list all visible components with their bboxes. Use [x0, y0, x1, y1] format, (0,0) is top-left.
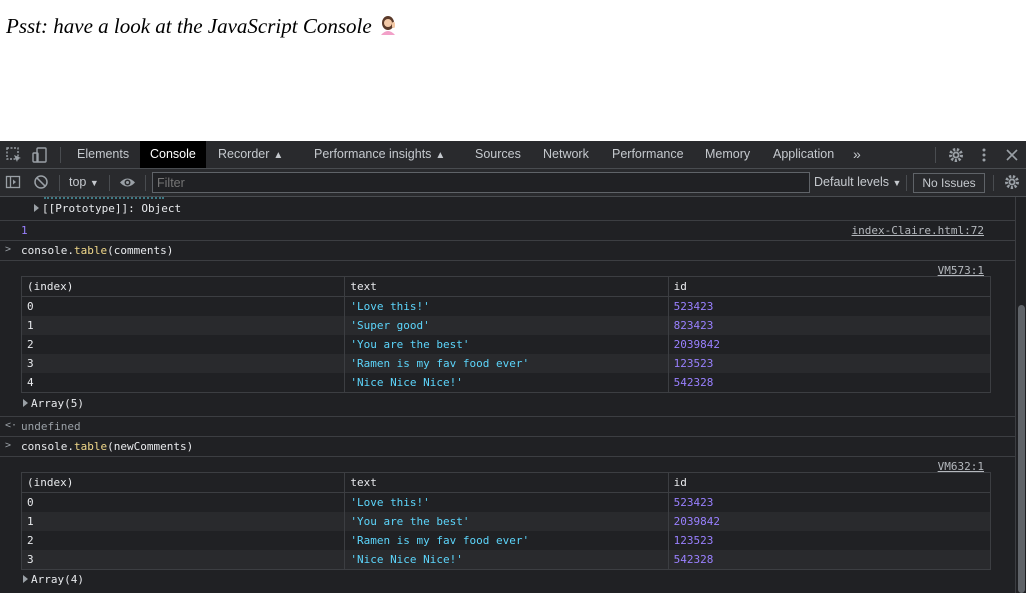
- console-output: [[Prototype]]: Object 1 index-Claire.htm…: [0, 197, 1015, 593]
- experimental-flask-icon: ▲: [435, 150, 446, 161]
- log-value: 1: [21, 224, 28, 237]
- data-table: (index) text id 0 'Love this!' 523423 1 'Su…: [20, 276, 992, 393]
- more-options-icon[interactable]: [975, 146, 993, 164]
- tab-elements[interactable]: Elements: [67, 141, 139, 168]
- log-source-link[interactable]: index-Claire.html:72: [852, 224, 984, 237]
- table-row: 2 'Ramen is my fav food ever' 123523: [20, 531, 992, 550]
- tab-performance[interactable]: Performance: [602, 141, 694, 168]
- console-toolbar: top ▼ Default levels ▼ No Issues: [0, 169, 1026, 197]
- tab-console[interactable]: Console: [140, 141, 206, 168]
- table-row: 3 'Ramen is my fav food ever' 123523: [20, 354, 992, 373]
- table-row: 2 'You are the best' 2039842: [20, 335, 992, 354]
- console-message-log: 1 index-Claire.html:72: [0, 221, 1015, 241]
- tab-performance-insights[interactable]: Performance insights ▲: [304, 141, 455, 168]
- close-icon[interactable]: [1003, 146, 1021, 164]
- prototype-entry[interactable]: [[Prototype]]: Object: [34, 202, 181, 215]
- return-arrow-icon: <·: [5, 420, 18, 431]
- settings-gear-icon[interactable]: [947, 146, 965, 164]
- filter-input[interactable]: [152, 172, 810, 193]
- page-message-text: Psst: have a look at the JavaScript Cons…: [6, 14, 372, 38]
- table-header-row: (index) text id: [20, 472, 992, 493]
- page-message: Psst: have a look at the JavaScript Cons…: [6, 14, 399, 39]
- devtools-panel: Elements Console Recorder ▲ Performance i…: [0, 141, 1026, 593]
- table-row: 3 'Nice Nice Nice!' 542328: [20, 550, 992, 570]
- eye-icon[interactable]: [119, 175, 136, 190]
- tab-recorder[interactable]: Recorder ▲: [208, 141, 293, 168]
- input-prompt-icon: >: [5, 244, 12, 255]
- column-header[interactable]: (index): [20, 276, 346, 297]
- issues-button[interactable]: No Issues: [913, 173, 985, 193]
- table-row: 4 'Nice Nice Nice!' 542328: [20, 373, 992, 393]
- inspect-element-icon[interactable]: [5, 146, 23, 164]
- log-levels-dropdown[interactable]: Default levels ▼: [814, 169, 901, 197]
- console-message-object: [[Prototype]]: Object: [0, 197, 1015, 221]
- table-header-row: (index) text id: [20, 276, 992, 297]
- console-settings-gear-icon[interactable]: [1003, 173, 1021, 191]
- tab-application[interactable]: Application: [763, 141, 844, 168]
- column-header[interactable]: id: [667, 472, 992, 493]
- console-table-output: VM632:1 (index) text id 0 'Love this!' 523…: [0, 457, 1015, 593]
- tab-sources[interactable]: Sources: [465, 141, 531, 168]
- tab-network[interactable]: Network: [533, 141, 599, 168]
- clear-console-icon[interactable]: [33, 174, 49, 190]
- experimental-flask-icon: ▲: [273, 150, 284, 161]
- column-header[interactable]: text: [344, 276, 669, 297]
- chevron-down-icon: ▼: [89, 178, 99, 188]
- tab-memory[interactable]: Memory: [695, 141, 760, 168]
- woman-tipping-hand-emoji-icon: [377, 14, 399, 36]
- array-summary[interactable]: Array(4): [23, 573, 84, 586]
- console-scrollbar[interactable]: [1015, 197, 1026, 593]
- device-toolbar-icon[interactable]: [31, 146, 49, 164]
- sidebar-toggle-icon[interactable]: [5, 174, 21, 190]
- table-row: 0 'Love this!' 523423: [20, 492, 992, 512]
- expand-triangle-icon: [23, 399, 28, 407]
- column-header[interactable]: id: [667, 276, 992, 297]
- context-selector[interactable]: top ▼: [69, 169, 99, 197]
- console-return-value: <· undefined: [0, 417, 1015, 437]
- data-table: (index) text id 0 'Love this!' 523423 1 'Yo…: [20, 472, 992, 570]
- column-header[interactable]: (index): [20, 472, 346, 493]
- command-text[interactable]: console.table(comments): [21, 244, 173, 257]
- console-table-output: VM573:1 (index) text id 0 'Love this!' 523…: [0, 261, 1015, 417]
- devtools-tab-bar: Elements Console Recorder ▲ Performance i…: [0, 141, 1026, 169]
- chevron-down-icon: ▼: [892, 178, 902, 188]
- table-row: 0 'Love this!' 523423: [20, 296, 992, 316]
- command-text[interactable]: console.table(newComments): [21, 440, 193, 453]
- more-tabs-button[interactable]: »: [843, 141, 871, 168]
- table-row: 1 'Super good' 823423: [20, 316, 992, 335]
- scrollbar-thumb[interactable]: [1018, 305, 1025, 593]
- table-row: 1 'You are the best' 2039842: [20, 512, 992, 531]
- return-value: undefined: [21, 420, 81, 433]
- expand-triangle-icon: [23, 575, 28, 583]
- column-header[interactable]: text: [344, 472, 669, 493]
- expand-triangle-icon: [34, 204, 39, 212]
- console-command: > console.table(newComments): [0, 437, 1015, 457]
- input-prompt-icon: >: [5, 440, 12, 451]
- array-summary[interactable]: Array(5): [23, 397, 84, 410]
- console-command: > console.table(comments): [0, 241, 1015, 261]
